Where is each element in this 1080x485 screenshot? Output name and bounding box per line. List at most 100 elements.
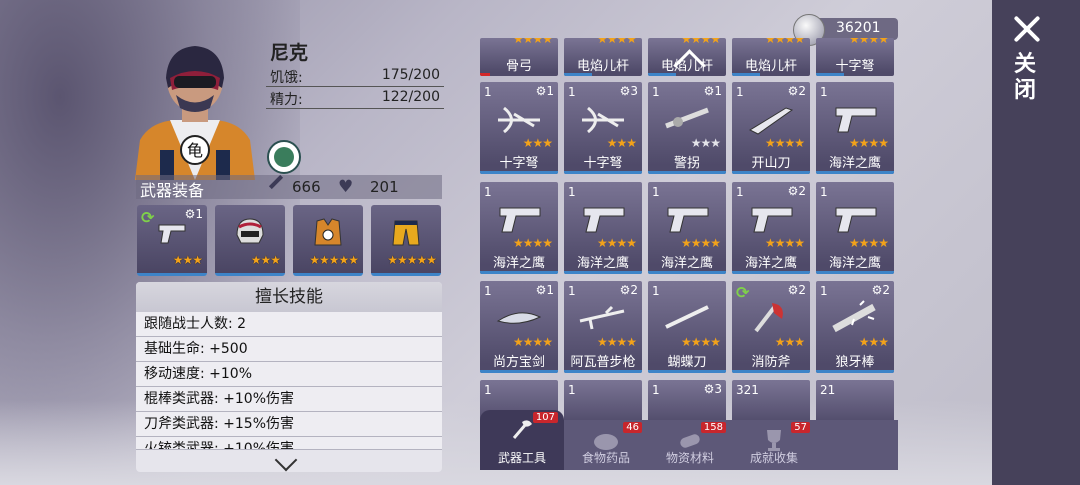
weapon-icon <box>665 107 709 129</box>
close-label[interactable]: 关闭 <box>1014 52 1040 104</box>
item-count: 1 <box>652 85 660 99</box>
tab-badge: 46 <box>623 422 642 433</box>
weapon-icon <box>665 305 709 329</box>
item-count: 1 <box>484 85 492 99</box>
energy-stat: 精力: 122/200 <box>266 88 444 109</box>
inventory-item[interactable]: 1 ⚙1 ★★★ 十字弩 <box>480 82 558 174</box>
item-stars: ★★★★ <box>596 335 637 349</box>
close-icon[interactable] <box>1012 14 1042 44</box>
inventory-item[interactable]: 1 ⚙3 ★★★ 十字弩 <box>564 82 642 174</box>
inventory-item[interactable]: 1 ⚙2 ★★★★ 开山刀 <box>732 82 810 174</box>
item-name: 尚方宝剑 <box>492 355 545 370</box>
recycle-icon: ⟳ <box>141 208 155 227</box>
item-stars: ★★★★ <box>596 236 637 250</box>
inventory-item[interactable]: 1 ★★★★ 蝴蝶刀 <box>648 281 726 373</box>
item-name: 狼牙棒 <box>835 355 875 370</box>
item-name: 海洋之鹰 <box>576 256 629 271</box>
item-count: 1 <box>820 85 828 99</box>
inventory-item[interactable]: 1 ⚙2 ★★★★ 阿瓦普步枪 <box>564 281 642 373</box>
close-panel[interactable]: 关闭 <box>992 0 1080 485</box>
inventory-item[interactable]: 1 ⚙1 ★★★ 警拐 <box>648 82 726 174</box>
item-count: 1 <box>568 383 576 397</box>
item-count: 1 <box>820 284 828 298</box>
equip-slot-weapon[interactable]: ⟳ ⚙1 ★★★ <box>137 205 207 276</box>
tab-label: 成就收集 <box>749 451 798 465</box>
item-name: 电焰儿杆 <box>744 59 797 74</box>
chevron-down-icon[interactable] <box>274 448 298 472</box>
item-name: 开山刀 <box>751 156 791 171</box>
weapon-icon <box>835 207 877 233</box>
tab-food[interactable]: 46 食物药品 <box>564 420 648 470</box>
inventory-item[interactable]: 1 ⚙2 ★★★★ 海洋之鹰 <box>732 182 810 274</box>
durability-bar <box>480 271 558 274</box>
hunger-stat: 饥饿: 175/200 <box>266 66 444 87</box>
item-stars: ★★★★ <box>764 236 805 250</box>
inventory-item[interactable]: 1 ★★★★ 海洋之鹰 <box>564 182 642 274</box>
item-count: 1 <box>652 284 660 298</box>
inventory-item[interactable]: ★★★★ 电焰儿杆 <box>732 38 810 76</box>
inventory-item[interactable]: ★★★★ 电焰儿杆 <box>564 38 642 76</box>
item-name: 海洋之鹰 <box>744 256 797 271</box>
inventory-item[interactable]: ★★★★ 骨弓 <box>480 38 558 76</box>
item-stars: ★★★★ <box>512 38 553 46</box>
skill-row: 火铳类武器: +10%伤害 <box>136 437 442 450</box>
durability-bar <box>816 73 844 76</box>
attack-value: 666 <box>292 178 321 196</box>
durability-bar <box>648 370 726 373</box>
gear-icon: ⚙2 <box>619 283 638 297</box>
gear-icon: ⚙1 <box>703 84 722 98</box>
attack-stat: 666 <box>268 174 321 196</box>
tab-label: 武器工具 <box>497 451 546 465</box>
axe-icon <box>512 420 532 439</box>
item-stars: ★★★★ <box>764 38 805 46</box>
inventory-item[interactable]: 1 ★★★★ 海洋之鹰 <box>480 182 558 274</box>
inventory-item[interactable]: ★★★★ 十字弩 <box>816 38 894 76</box>
inventory-item[interactable]: ⟳ ⚙2 ★★★ 消防斧 <box>732 281 810 373</box>
inventory-item[interactable]: 1 ★★★★ 海洋之鹰 <box>816 182 894 274</box>
item-stars: ★★★★ <box>680 38 721 46</box>
inventory-grid[interactable]: ★★★★ 骨弓 ★★★★ 电焰儿杆 ★★★★ 电焰儿杆 ★★★★ 电焰儿杆 ★★★★ 十字弩 1 ⚙1… <box>480 38 898 470</box>
durability-bar <box>648 171 726 174</box>
tab-label: 物资材料 <box>665 451 714 465</box>
durability-bar <box>732 73 760 76</box>
equip-slot-armor[interactable]: ★★★★★ <box>293 205 363 276</box>
skills-panel[interactable]: 擅长技能 跟随战士人数: 2 基础生命: +500 移动速度: +10% 棍棒类… <box>136 282 442 472</box>
tab-weapons[interactable]: 107 武器工具 <box>480 410 564 470</box>
tab-achievements[interactable]: 57 成就收集 <box>732 420 816 470</box>
inventory-item[interactable]: 1 ⚙2 ★★★ 狼牙棒 <box>816 281 894 373</box>
gear-icon: ⚙2 <box>871 283 890 297</box>
inventory-item[interactable]: 1 ★★★★ 海洋之鹰 <box>648 182 726 274</box>
item-name: 蝴蝶刀 <box>667 355 707 370</box>
defense-value: 201 <box>370 178 399 196</box>
character-portrait: 龟 <box>135 46 255 180</box>
inventory-item[interactable]: 1 ★★★★ 海洋之鹰 <box>816 82 894 174</box>
item-stars: ★★★★ <box>512 335 553 349</box>
item-stars: ★★★ <box>606 136 637 150</box>
gear-icon: ⚙1 <box>535 283 554 297</box>
item-name: 海洋之鹰 <box>828 256 881 271</box>
pistol-icon <box>158 224 186 244</box>
weapon-icon <box>499 207 541 233</box>
hunger-label: 饥饿: <box>270 70 303 86</box>
item-count: 1 <box>820 185 828 199</box>
weapon-icon <box>667 207 709 233</box>
character-name: 尼克 <box>270 42 309 64</box>
gear-icon: ⚙2 <box>787 84 806 98</box>
gear-icon: ⚙3 <box>619 84 638 98</box>
weapon-icon <box>754 303 783 333</box>
equip-slot-helmet[interactable]: ★★★ <box>215 205 285 276</box>
weapon-icon <box>496 312 542 324</box>
currency-amount: 36201 <box>836 20 881 36</box>
gear-icon: ⚙2 <box>787 184 806 198</box>
inventory-item[interactable]: 1 ⚙1 ★★★★ 尚方宝剑 <box>480 281 558 373</box>
item-stars: ★★★★ <box>764 136 805 150</box>
durability-bar <box>816 171 894 174</box>
category-tabs: 107 武器工具 46 食物药品 158 物资材料 57 成就收集 <box>480 410 898 470</box>
item-count: 1 <box>484 383 492 397</box>
item-stars: ★★★★ <box>512 236 553 250</box>
item-name: 海洋之鹰 <box>660 256 713 271</box>
equip-slot-pants[interactable]: ★★★★★ <box>371 205 441 276</box>
tab-materials[interactable]: 158 物资材料 <box>648 420 732 470</box>
hunger-status-icon[interactable] <box>267 140 301 174</box>
equip-stars: ★★★ <box>250 253 281 267</box>
